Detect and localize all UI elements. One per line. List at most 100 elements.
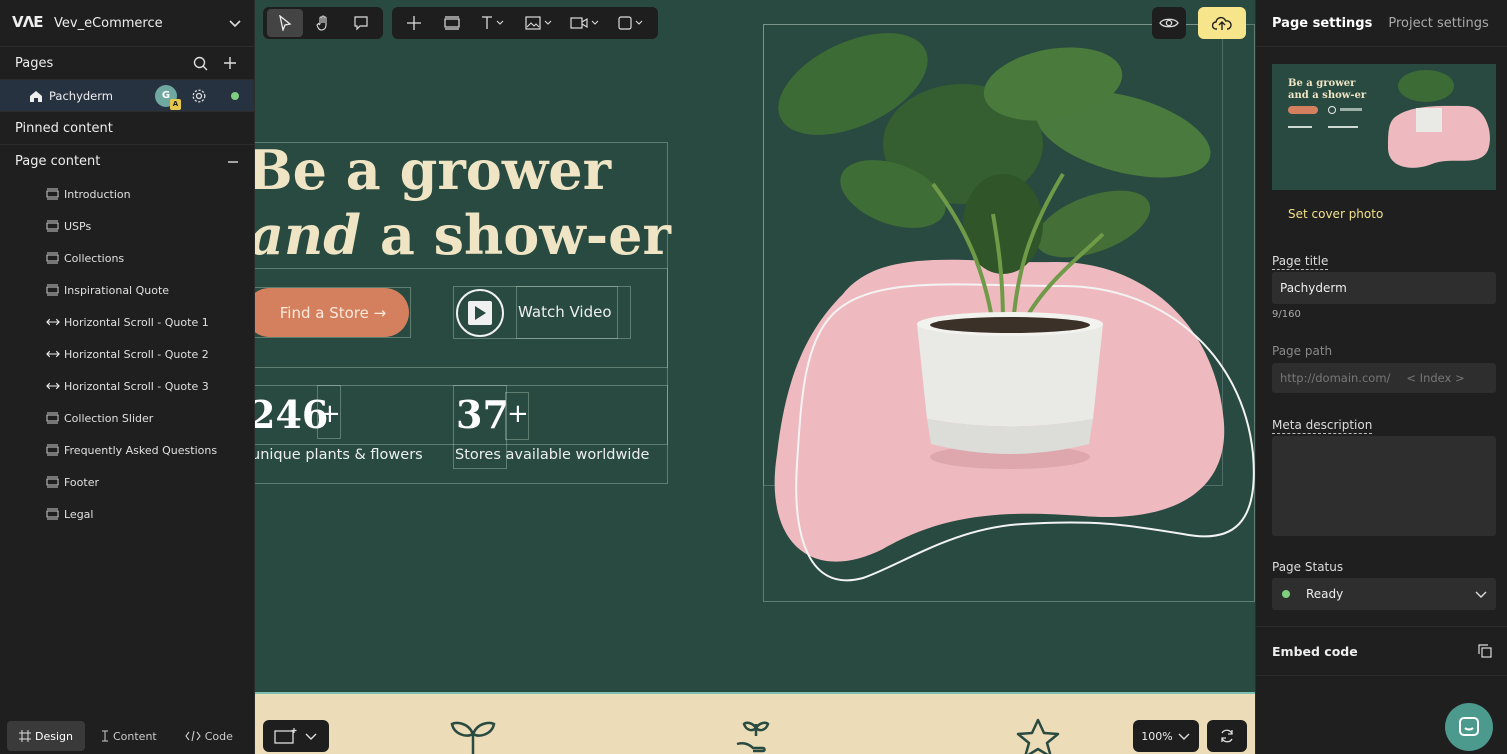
section-icon [46, 444, 60, 456]
video-tool[interactable] [564, 9, 608, 37]
search-icon[interactable] [191, 54, 209, 72]
tree-item-collection-slider[interactable]: Collection Slider [0, 402, 254, 434]
tree-item-label: Footer [64, 475, 99, 489]
watch-video-link[interactable]: Watch Video [518, 303, 612, 321]
tab-design[interactable]: Design [7, 721, 85, 751]
section-tool[interactable] [434, 9, 470, 37]
tree-item-label: Horizontal Scroll - Quote 3 [64, 379, 209, 393]
usp-section-preview[interactable] [255, 692, 1255, 754]
tree-item-label: Frequently Asked Questions [64, 443, 218, 457]
hero-italic-word: and [255, 203, 362, 267]
star-icon [1016, 718, 1060, 754]
text-tool[interactable] [472, 9, 516, 37]
gear-icon[interactable] [191, 88, 207, 104]
page-item-label: Pachyderm [49, 88, 113, 103]
tree-item-label: Legal [64, 507, 94, 521]
left-sidebar: VΛE Vev_eCommerce Pages Pachyderm G A Pi… [0, 0, 255, 754]
tree-item-legal[interactable]: Legal [0, 498, 254, 530]
zoom-select[interactable]: 100% [1133, 720, 1199, 752]
section-icon [46, 188, 60, 200]
tab-content[interactable]: Content [89, 721, 169, 751]
zoom-level: 100% [1141, 729, 1173, 743]
tree-item-introduction[interactable]: Introduction [0, 178, 254, 210]
page-path-domain: http://domain.com/ [1280, 371, 1391, 385]
refresh-icon [1221, 729, 1233, 743]
cover-play-shape [1328, 106, 1336, 114]
meta-description-textarea[interactable] [1272, 436, 1496, 536]
frame-icon [19, 730, 31, 742]
preview-button[interactable] [1152, 7, 1186, 39]
cover-video-label-shape [1340, 108, 1362, 111]
set-cover-photo-link[interactable]: Set cover photo [1288, 207, 1383, 221]
refresh-button[interactable] [1207, 720, 1247, 752]
hand-icon [316, 15, 327, 31]
page-content-header[interactable]: Page content [0, 145, 254, 178]
project-name: Vev_eCommerce [54, 15, 163, 31]
comment-tool[interactable] [343, 9, 379, 37]
chevron-down-icon [1178, 733, 1190, 740]
collapse-icon[interactable] [227, 156, 239, 168]
tree-item-usps[interactable]: USPs [0, 210, 254, 242]
chat-support-button[interactable] [1445, 703, 1493, 751]
add-page-icon[interactable] [221, 54, 239, 72]
publish-button[interactable] [1198, 7, 1246, 39]
tab-code[interactable]: Code [173, 721, 245, 751]
tab-content-label: Content [112, 729, 157, 743]
avatar-badge: A [170, 98, 181, 110]
hero-headline-line2[interactable]: and a show-er [255, 203, 671, 267]
hand-tool[interactable] [305, 9, 341, 37]
horizontal-scroll-icon [46, 380, 60, 392]
tree-item-collections[interactable]: Collections [0, 242, 254, 274]
section-icon [46, 284, 60, 296]
avatar: G A [155, 84, 181, 110]
cursor-icon [279, 15, 292, 31]
tree-item-label: Horizontal Scroll - Quote 2 [64, 347, 209, 361]
tab-page-settings[interactable]: Page settings [1272, 16, 1372, 31]
hero-illustration[interactable] [763, 24, 1255, 602]
settings-tabs: Page settings Project settings [1256, 0, 1507, 47]
page-title-counter: 9/160 [1272, 309, 1301, 320]
section-icon [46, 220, 60, 232]
status-dot [1282, 590, 1290, 598]
page-item-pachyderm[interactable]: Pachyderm G A [0, 80, 254, 112]
cta-frame [255, 287, 411, 338]
chevron-down-icon [229, 20, 241, 28]
copy-icon[interactable] [1478, 644, 1492, 658]
select-tool[interactable] [267, 9, 303, 37]
status-dot [231, 91, 239, 100]
tree-item-horizontal-scroll-quote-1[interactable]: Horizontal Scroll - Quote 1 [0, 306, 254, 338]
tree-item-frequently-asked-questions[interactable]: Frequently Asked Questions [0, 434, 254, 466]
cover-stat2-shape [1328, 126, 1358, 128]
tree-item-horizontal-scroll-quote-3[interactable]: Horizontal Scroll - Quote 3 [0, 370, 254, 402]
tree-item-horizontal-scroll-quote-2[interactable]: Horizontal Scroll - Quote 2 [0, 338, 254, 370]
tree-item-label: Collection Slider [64, 411, 154, 425]
video-icon [570, 17, 599, 29]
embed-code-row[interactable]: Embed code [1256, 626, 1507, 676]
cover-cta-shape [1288, 106, 1318, 114]
vev-logo: VΛE [12, 13, 43, 32]
device-switcher[interactable] [263, 720, 329, 752]
chevron-down-icon [305, 733, 317, 740]
right-panel: Page settings Project settings Be a grow… [1255, 0, 1507, 754]
image-tool[interactable] [518, 9, 562, 37]
stat-stores-label: Stores available worldwide [455, 447, 650, 463]
add-tool[interactable] [396, 9, 432, 37]
project-switcher[interactable]: VΛE Vev_eCommerce [0, 0, 254, 47]
cover-stat1-shape [1288, 126, 1312, 128]
mode-tabs: Design Content Code [0, 718, 255, 754]
monstera-plant [778, 33, 1211, 274]
image-icon [525, 16, 552, 30]
page-title-input[interactable]: Pachyderm [1272, 272, 1496, 304]
design-canvas[interactable]: Be a grower and a show-er Find a Store →… [255, 0, 1255, 754]
shape-tool[interactable] [610, 9, 654, 37]
tree-item-footer[interactable]: Footer [0, 466, 254, 498]
chat-icon [1459, 717, 1479, 736]
tree-item-inspirational-quote[interactable]: Inspirational Quote [0, 274, 254, 306]
sprout-icon [450, 721, 496, 754]
pinned-content-header[interactable]: Pinned content [0, 112, 254, 145]
tab-project-settings[interactable]: Project settings [1388, 16, 1488, 31]
hero-headline-line1[interactable]: Be a grower [255, 138, 611, 202]
page-path-input[interactable]: http://domain.com/ < Index > [1272, 363, 1496, 393]
page-status-select[interactable]: Ready [1272, 578, 1496, 610]
cover-photo-preview[interactable]: Be a grower and a show-er [1272, 64, 1496, 190]
